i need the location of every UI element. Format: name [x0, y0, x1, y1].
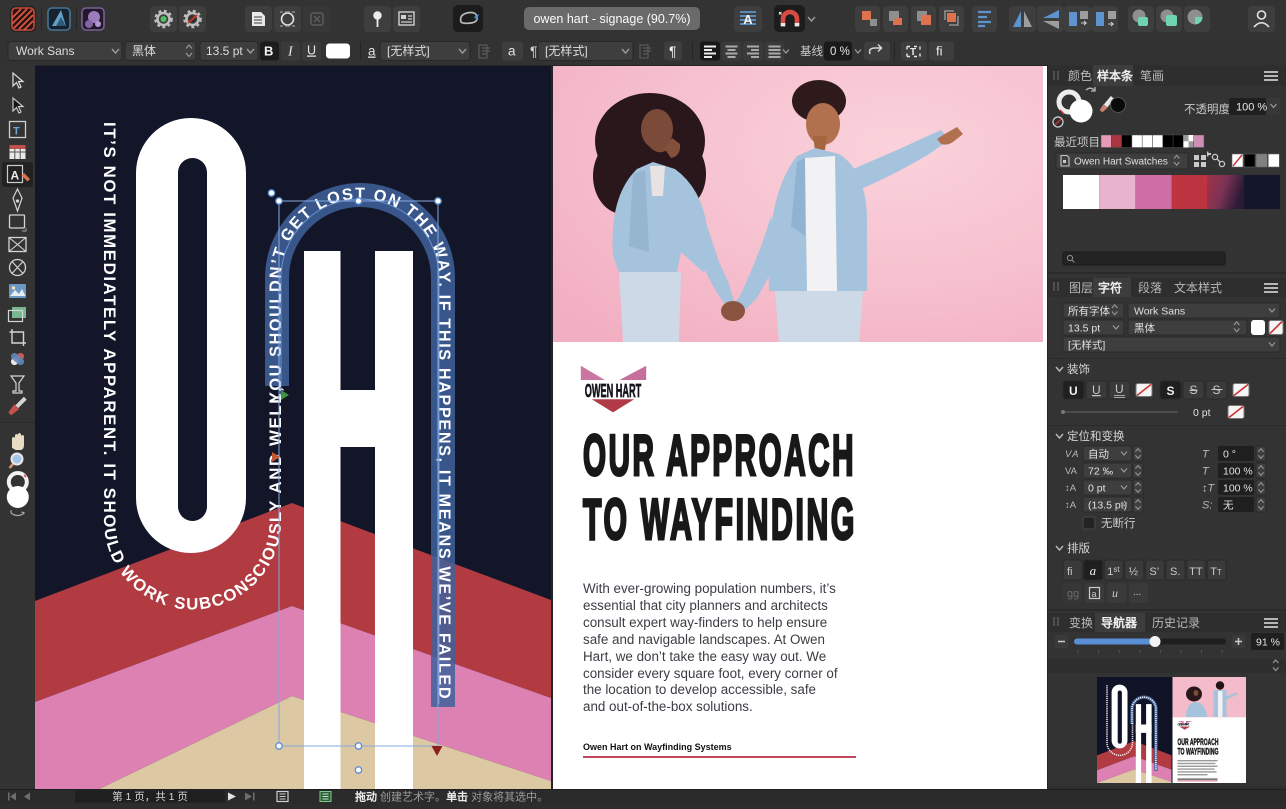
- svg-text:段落: 段落: [1138, 280, 1162, 295]
- svg-text:黑体: 黑体: [1134, 323, 1156, 335]
- svg-text:[无样式]: [无样式]: [1068, 339, 1105, 352]
- svg-text:U: U: [1069, 384, 1078, 398]
- svg-text:100 %: 100 %: [1223, 483, 1253, 495]
- svg-text:TO WAYFINDING: TO WAYFINDING: [583, 488, 857, 552]
- svg-text:u: u: [1112, 586, 1118, 600]
- svg-text:笔画: 笔画: [1140, 68, 1164, 83]
- svg-text:导航器: 导航器: [1101, 615, 1138, 630]
- svg-text:OUR APPROACH: OUR APPROACH: [1178, 737, 1219, 747]
- svg-text:OWEN HART: OWEN HART: [1178, 723, 1190, 727]
- svg-text:½: ½: [1129, 566, 1138, 578]
- svg-text:Owen Hart Swatches: Owen Hart Swatches: [1074, 157, 1168, 168]
- svg-text:0 pt: 0 pt: [1193, 407, 1211, 419]
- svg-text:T: T: [13, 126, 20, 138]
- svg-text:TO WAYFINDING: TO WAYFINDING: [1178, 747, 1219, 757]
- svg-text:拖动 创建艺术字。单击 对象将其选中。: 拖动 创建艺术字。单击 对象将其选中。: [355, 790, 548, 804]
- svg-text:[无样式]: [无样式]: [387, 43, 430, 58]
- svg-text:S’: S’: [1149, 566, 1159, 578]
- svg-text:T: T: [910, 47, 916, 58]
- svg-text:S:: S:: [1202, 500, 1212, 512]
- svg-text:S: S: [1167, 384, 1175, 398]
- svg-text:B: B: [264, 44, 273, 59]
- svg-text:↕A: ↕A: [1065, 483, 1077, 494]
- svg-text:A: A: [743, 12, 753, 27]
- svg-text:历史记录: 历史记录: [1152, 616, 1200, 630]
- svg-text:变换: 变换: [1069, 615, 1093, 630]
- svg-text:基线:: 基线:: [800, 44, 826, 58]
- svg-text:owen hart - signage (90.7%): owen hart - signage (90.7%): [533, 12, 690, 26]
- svg-text:[无样式]: [无样式]: [545, 43, 588, 58]
- svg-text:0 °: 0 °: [1223, 449, 1236, 461]
- svg-text:黑体: 黑体: [132, 44, 156, 58]
- svg-text:¶: ¶: [669, 43, 677, 59]
- svg-text:S: S: [1190, 383, 1198, 397]
- svg-text:↕T: ↕T: [1202, 483, 1216, 495]
- svg-text:Work Sans: Work Sans: [1134, 306, 1185, 318]
- svg-text:无: 无: [1223, 500, 1234, 512]
- svg-text:定位和变换: 定位和变换: [1067, 429, 1125, 443]
- svg-text:第 1 页，共 1 页: 第 1 页，共 1 页: [112, 790, 188, 803]
- svg-text:无断行: 无断行: [1101, 516, 1136, 530]
- svg-text:排版: 排版: [1067, 541, 1090, 555]
- svg-text:0 pt: 0 pt: [1088, 483, 1106, 495]
- svg-text:fi: fi: [1067, 566, 1073, 578]
- svg-text:a: a: [1092, 589, 1097, 599]
- svg-text:不透明度:: 不透明度:: [1184, 102, 1233, 116]
- svg-text:100 %: 100 %: [1223, 466, 1253, 478]
- svg-text:a: a: [368, 44, 376, 59]
- svg-text:...: ...: [1133, 587, 1141, 598]
- svg-text:U: U: [307, 44, 316, 58]
- svg-text:91 %: 91 %: [1256, 637, 1280, 649]
- svg-text:TT: TT: [1210, 566, 1222, 578]
- svg-text:13.5 pt: 13.5 pt: [206, 44, 243, 58]
- svg-text:VA: VA: [1065, 466, 1078, 477]
- svg-text:0 %: 0 %: [830, 46, 850, 58]
- svg-text:fi: fi: [936, 44, 943, 59]
- svg-text:OUR APPROACH: OUR APPROACH: [583, 424, 856, 488]
- svg-text:所有字体: 所有字体: [1068, 305, 1110, 318]
- svg-text:TT: TT: [1189, 566, 1203, 578]
- svg-text:装饰: 装饰: [1067, 362, 1090, 376]
- svg-text:a: a: [1090, 563, 1097, 578]
- svg-text:V A: V A: [1065, 449, 1078, 460]
- svg-text:样本条: 样本条: [1097, 68, 1134, 83]
- svg-text:文本样式: 文本样式: [1174, 280, 1222, 295]
- svg-text:13.5 pt: 13.5 pt: [1068, 323, 1100, 335]
- svg-text:颜色: 颜色: [1068, 68, 1092, 83]
- svg-text:S.: S.: [1170, 566, 1180, 578]
- svg-text:Work Sans: Work Sans: [16, 44, 74, 58]
- svg-text:gg: gg: [1067, 588, 1079, 600]
- svg-text:字符: 字符: [1098, 280, 1122, 295]
- svg-text:72 ‰: 72 ‰: [1088, 466, 1114, 478]
- svg-text:¶: ¶: [530, 43, 538, 59]
- svg-text:a: a: [508, 44, 516, 59]
- svg-text:U: U: [1092, 383, 1101, 397]
- svg-text:U: U: [1115, 382, 1124, 396]
- svg-text:A: A: [11, 169, 20, 183]
- svg-text:↕A: ↕A: [1065, 500, 1077, 511]
- svg-text:图层: 图层: [1069, 281, 1093, 295]
- svg-text:自动: 自动: [1088, 448, 1109, 461]
- svg-text:100 %: 100 %: [1236, 102, 1267, 114]
- svg-text:最近项目:: 最近项目:: [1054, 136, 1103, 149]
- svg-text:(13.5 pt): (13.5 pt): [1088, 500, 1127, 512]
